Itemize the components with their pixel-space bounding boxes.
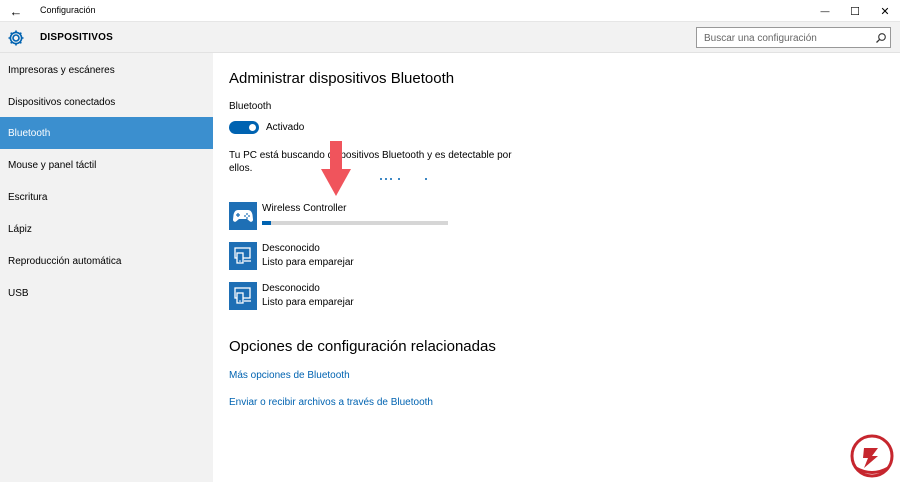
progress-dot — [425, 178, 427, 180]
device-icon — [234, 247, 251, 264]
bluetooth-label: Bluetooth — [229, 101, 272, 112]
sidebar-item-label: USB — [8, 287, 29, 299]
gear-icon — [8, 30, 24, 46]
device-status: Listo para emparejar — [262, 297, 354, 308]
progress-dot — [390, 178, 392, 180]
back-button[interactable]: ← — [0, 0, 32, 22]
toggle-state-label: Activado — [266, 122, 305, 133]
minimize-icon: — — [820, 6, 830, 16]
sidebar-item-label: Dispositivos conectados — [8, 96, 116, 108]
device-tile — [229, 242, 257, 270]
search-icon[interactable] — [875, 32, 887, 44]
sidebar-item-reproduccion[interactable]: Reproducción automática — [0, 245, 213, 277]
back-arrow-icon: ← — [9, 3, 23, 19]
search-input[interactable] — [697, 29, 867, 48]
sidebar-nav: Impresoras y escáneres Dispositivos cone… — [0, 53, 213, 482]
device-wireless-controller[interactable]: Wireless Controller — [229, 202, 629, 230]
sidebar-item-label: Lápiz — [8, 223, 32, 235]
maximize-button[interactable]: ☐ — [840, 0, 870, 22]
bluetooth-toggle[interactable] — [229, 121, 259, 134]
searching-dots — [378, 175, 438, 183]
progress-fill — [262, 221, 272, 225]
maximize-icon: ☐ — [850, 5, 860, 18]
page-header: DISPOSITIVOS — [0, 22, 900, 53]
device-unknown-1[interactable]: Desconocido Listo para emparejar — [229, 242, 629, 270]
device-name: Desconocido — [262, 243, 320, 254]
device-name: Wireless Controller — [262, 203, 347, 214]
gamepad-icon — [233, 210, 253, 222]
pairing-progress-bar — [262, 221, 448, 225]
close-icon: ✕ — [880, 5, 890, 18]
send-receive-files-link[interactable]: Enviar o recibir archivos a través de Bl… — [229, 397, 433, 408]
device-name: Desconocido — [262, 283, 320, 294]
window-title: Configuración — [40, 5, 96, 15]
sidebar-item-label: Reproducción automática — [8, 255, 122, 267]
progress-dot — [385, 178, 387, 180]
sidebar-item-label: Escritura — [8, 191, 48, 203]
page-title: Administrar dispositivos Bluetooth — [229, 70, 455, 87]
progress-dot — [398, 178, 400, 180]
search-box[interactable] — [696, 27, 891, 48]
sidebar-item-usb[interactable]: USB — [0, 277, 213, 309]
sidebar-item-bluetooth[interactable]: Bluetooth — [0, 117, 213, 149]
discovery-description: Tu PC está buscando dispositivos Bluetoo… — [229, 150, 512, 174]
sidebar-item-label: Bluetooth — [8, 127, 51, 139]
sidebar-item-dispositivos-conectados[interactable]: Dispositivos conectados — [0, 86, 213, 118]
sidebar-item-mouse[interactable]: Mouse y panel táctil — [0, 149, 213, 181]
device-icon — [234, 287, 251, 304]
device-tile — [229, 202, 257, 230]
device-unknown-2[interactable]: Desconocido Listo para emparejar — [229, 282, 629, 310]
related-settings-heading: Opciones de configuración relacionadas — [229, 338, 496, 355]
device-status: Listo para emparejar — [262, 257, 354, 268]
minimize-button[interactable]: — — [810, 0, 840, 22]
sidebar-item-impresoras[interactable]: Impresoras y escáneres — [0, 54, 213, 86]
sidebar-item-label: Mouse y panel táctil — [8, 159, 97, 171]
annotation-arrow-icon — [321, 141, 351, 196]
sidebar-item-lapiz[interactable]: Lápiz — [0, 213, 213, 245]
title-bar: ← Configuración — ☐ ✕ — [0, 0, 900, 22]
close-button[interactable]: ✕ — [870, 0, 900, 22]
device-tile — [229, 282, 257, 310]
main-content: Administrar dispositivos Bluetooth Bluet… — [213, 53, 900, 482]
section-title: DISPOSITIVOS — [40, 32, 113, 43]
sidebar-item-label: Impresoras y escáneres — [8, 64, 115, 76]
sidebar-item-escritura[interactable]: Escritura — [0, 181, 213, 213]
toggle-knob — [249, 124, 256, 131]
more-bluetooth-options-link[interactable]: Más opciones de Bluetooth — [229, 370, 350, 381]
site-logo-icon — [850, 434, 894, 478]
progress-dot — [380, 178, 382, 180]
